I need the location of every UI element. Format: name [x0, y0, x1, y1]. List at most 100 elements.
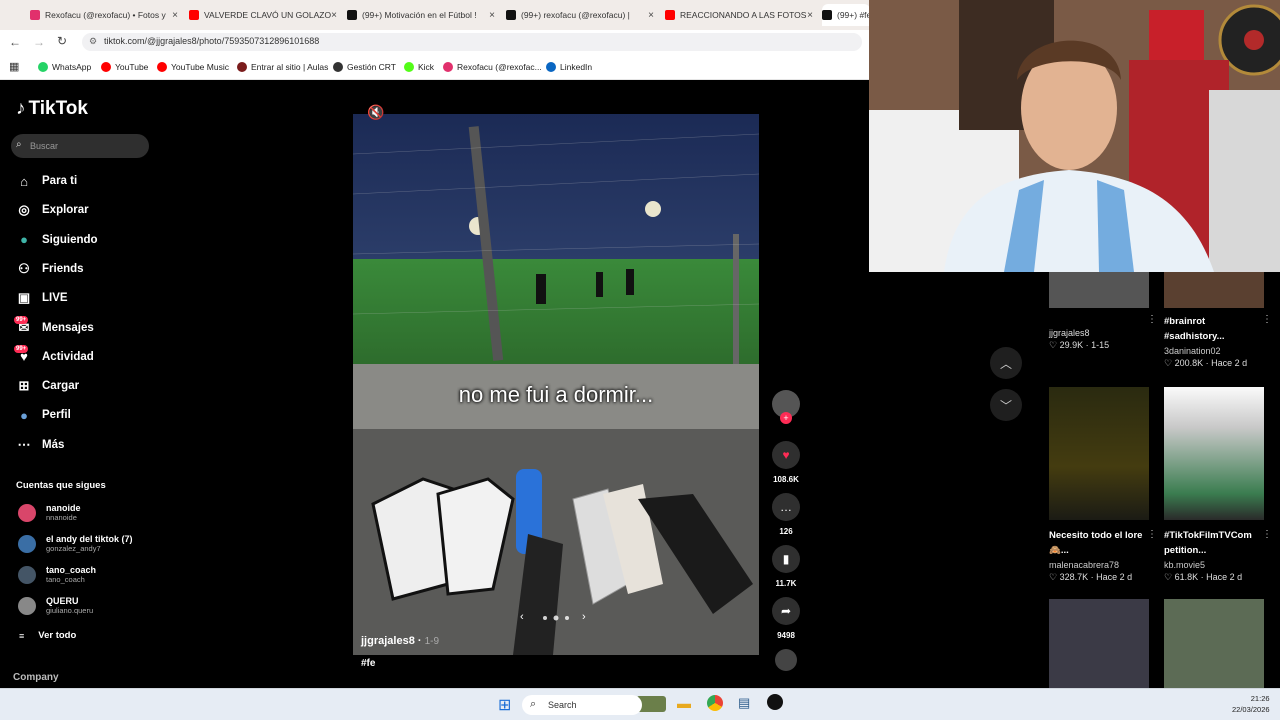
tiktok-logo[interactable]: ♪ TikTok	[16, 98, 88, 120]
grid-card[interactable]: jjgrajales8 ♡ 29.9K · 1-15 ⋮	[1049, 272, 1157, 351]
tab-favicon-icon	[506, 10, 516, 20]
browser-tab[interactable]: (99+) Motivación en el Fútbol ! ×	[347, 4, 497, 26]
bookmark-favicon-icon	[333, 62, 343, 72]
tab-label: Rexofacu (@rexofacu) • Fotos y	[45, 10, 166, 20]
sidebar-item-messages[interactable]: ✉ 99+ Mensajes	[14, 315, 94, 338]
follow-plus-icon[interactable]: +	[780, 412, 792, 424]
grid-card-thumbnail[interactable]	[1164, 599, 1264, 688]
browser-tab[interactable]: VALVERDE CLAVÓ UN GOLAZO ×	[189, 4, 339, 26]
more-options-icon[interactable]: ⋮	[1262, 314, 1272, 325]
followed-account[interactable]: nanoide nnanoide	[18, 503, 81, 522]
muted-speaker-icon[interactable]: 🔇	[367, 104, 384, 121]
author-avatar-button[interactable]: +	[771, 390, 801, 424]
sidebar-item-live[interactable]: ▣ LIVE	[16, 288, 68, 308]
sidebar-item-compass[interactable]: ◎ Explorar	[16, 200, 88, 220]
browser-tab[interactable]: REACCIONANDO A LAS FOTOS ×	[665, 4, 815, 26]
sidebar-item-profile[interactable]: ● Perfil	[16, 405, 71, 425]
tab-favicon-icon	[822, 10, 832, 20]
sidebar-item-label: Cargar	[42, 380, 80, 393]
avatar	[18, 565, 36, 584]
like-button[interactable]: ♥ 108.6K	[771, 441, 801, 484]
post-hashtag[interactable]: #fe	[361, 658, 375, 669]
sound-disc-icon	[775, 649, 797, 671]
post-author[interactable]: jjgrajales8 · 1-9	[361, 635, 439, 647]
sidebar-item-home[interactable]: ⌂ Para ti	[16, 171, 77, 191]
tab-favicon-icon	[189, 10, 199, 20]
followed-account[interactable]: tano_coach tano_coach	[18, 565, 96, 584]
chevron-up-icon: ︿	[999, 356, 1012, 371]
more-options-icon[interactable]: ⋮	[1147, 529, 1157, 540]
bookmark-item[interactable]: YouTube	[101, 62, 148, 72]
webcam-overlay	[869, 0, 1280, 272]
tiktok-app-icon[interactable]	[767, 694, 783, 710]
prev-photo-icon[interactable]: ‹	[520, 611, 524, 623]
messages-icon: ✉ 99+	[14, 315, 30, 335]
grid-card[interactable]: #brainrot #sadhistory... 3danination02 ♡…	[1164, 272, 1272, 369]
bookmark-item[interactable]: LinkedIn	[546, 62, 592, 72]
search-input[interactable]: ⌕ Buscar	[11, 134, 149, 158]
next-post-button[interactable]: ﹀	[990, 389, 1022, 421]
comment-button[interactable]: … 126	[771, 493, 801, 536]
bookmark-item[interactable]: Gestión CRT	[333, 62, 396, 72]
bookmark-favicon-icon	[157, 62, 167, 72]
close-tab-icon[interactable]: ×	[172, 10, 178, 21]
bookmark-item[interactable]: Entrar al sitio | Aulas	[237, 62, 328, 72]
notepad-icon[interactable]: ▤	[738, 695, 750, 711]
account-name: el andy del tiktok (7)	[46, 534, 133, 544]
card-title: #TikTokFilmTVCom petition...	[1164, 530, 1252, 556]
grid-card-thumbnail[interactable]	[1049, 599, 1149, 688]
previous-post-button[interactable]: ︿	[990, 347, 1022, 379]
grid-card[interactable]: #TikTokFilmTVCom petition... kb.movie5 ♡…	[1164, 387, 1272, 583]
browser-tab[interactable]: (99+) #fe	[822, 4, 870, 26]
account-name: tano_coach	[46, 565, 97, 575]
followed-account[interactable]: QUERU giuliano.queru	[18, 596, 93, 615]
next-photo-icon[interactable]: ›	[582, 611, 586, 623]
bookmark-item[interactable]: WhatsApp	[38, 62, 91, 72]
close-tab-icon[interactable]: ×	[331, 10, 337, 21]
back-icon[interactable]: ←	[9, 35, 21, 49]
url-field[interactable]: ⚙ tiktok.com/@jjgrajales8/photo/75935073…	[82, 33, 862, 51]
bookmark-item[interactable]: Kick	[404, 62, 434, 72]
sidebar-item-activity[interactable]: ♥ 99+ Actividad	[14, 344, 94, 367]
more-options-icon[interactable]: ⋮	[1147, 314, 1157, 325]
heart-icon: ♥	[772, 441, 800, 469]
more-options-icon[interactable]: ⋮	[1262, 529, 1272, 540]
live-icon: ▣	[17, 290, 31, 306]
forward-icon[interactable]: →	[33, 35, 45, 49]
followed-account[interactable]: el andy del tiktok (7) gonzalez_andy7	[18, 534, 133, 553]
file-explorer-icon[interactable]: ▬	[677, 695, 691, 711]
system-clock[interactable]: 21:26 22/03/2026	[1232, 693, 1270, 715]
bookmark-item[interactable]: YouTube Music	[157, 62, 229, 72]
browser-tab[interactable]: Rexofacu (@rexofacu) • Fotos y ×	[30, 4, 180, 26]
tab-label: (99+) Motivación en el Fútbol !	[362, 10, 477, 20]
bookmark-item[interactable]: Rexofacu (@rexofac...	[443, 62, 542, 72]
company-link[interactable]: Company	[13, 672, 59, 683]
search-icon: ⌕	[530, 698, 537, 710]
bookmark-icon: ▮	[772, 545, 800, 573]
site-info-icon[interactable]: ⚙	[89, 36, 97, 47]
grid-card[interactable]: Necesito todo el lore 🙈... malenacabrera…	[1049, 387, 1157, 583]
share-button[interactable]: ➦ 9498	[771, 597, 801, 640]
friends-icon: ⚇	[18, 260, 30, 276]
browser-tab[interactable]: (99+) rexofacu (@rexofacu) | ×	[506, 4, 656, 26]
close-tab-icon[interactable]: ×	[648, 10, 654, 21]
comment-count: 126	[779, 527, 793, 536]
compass-icon: ◎	[18, 202, 30, 218]
sidebar-item-friends[interactable]: ⚇ Friends	[16, 259, 83, 279]
upload-icon: ⊞	[18, 378, 30, 394]
close-tab-icon[interactable]: ×	[489, 10, 495, 21]
share-icon: ➦	[772, 597, 800, 625]
sidebar-item-following[interactable]: ● Siguiendo	[16, 230, 98, 250]
see-all-link[interactable]: ≡ Ver todo	[16, 630, 76, 641]
apps-grid-icon[interactable]: ▦	[9, 60, 19, 73]
sound-disc-button[interactable]	[771, 649, 801, 671]
chrome-icon[interactable]	[707, 695, 723, 711]
save-button[interactable]: ▮ 11.7K	[771, 545, 801, 588]
windows-start-icon[interactable]: ⊞	[498, 695, 511, 715]
bookmark-favicon-icon	[237, 62, 247, 72]
taskbar-search[interactable]: ⌕ Search	[522, 695, 642, 715]
close-tab-icon[interactable]: ×	[807, 10, 813, 21]
sidebar-item-upload[interactable]: ⊞ Cargar	[16, 376, 80, 396]
reload-icon[interactable]: ↻	[57, 34, 67, 48]
sidebar-item-more[interactable]: ⋯ Más	[16, 435, 65, 455]
